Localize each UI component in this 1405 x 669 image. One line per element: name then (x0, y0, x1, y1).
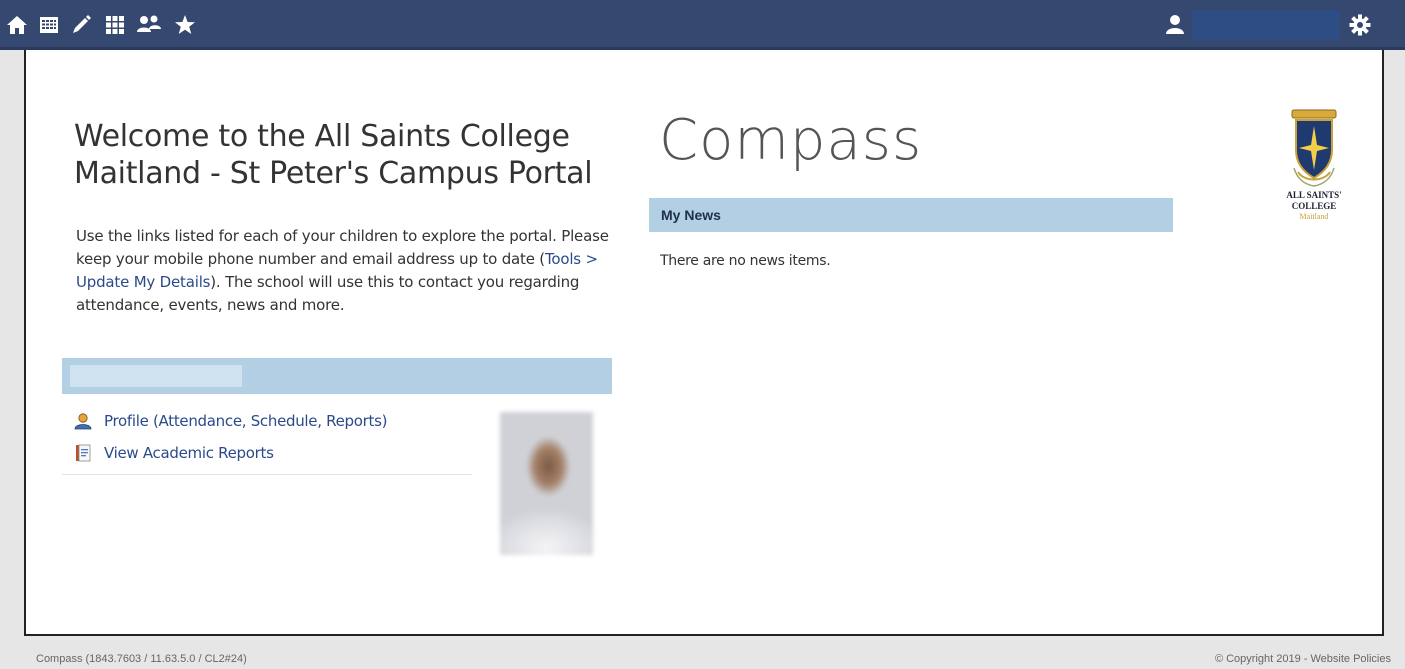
calendar-icon[interactable] (36, 12, 62, 38)
child-header-bar (62, 358, 612, 394)
footer-version: Compass (1843.7603 / 11.63.5.0 / CL2#24) (36, 653, 247, 665)
school-crest-logo: ALL SAINTS' COLLEGE Maitland (1279, 106, 1349, 236)
top-navigation-bar (0, 0, 1405, 50)
people-icon[interactable] (136, 12, 162, 38)
profile-link[interactable]: Profile (Attendance, Schedule, Reports) (74, 410, 387, 432)
user-icon[interactable] (1162, 12, 1188, 38)
crest-shield-icon (1291, 109, 1337, 187)
news-empty-message: There are no news items. (660, 253, 831, 269)
profile-link-label: Profile (Attendance, Schedule, Reports) (104, 412, 388, 430)
school-name-line3: Maitland (1299, 212, 1329, 221)
footer-copyright-link[interactable]: © Copyright 2019 - Website Policies (1215, 653, 1391, 665)
user-name-field[interactable] (1192, 10, 1340, 40)
intro-text: Use the links listed for each of your ch… (76, 225, 616, 317)
student-photo (500, 412, 593, 555)
divider (62, 474, 472, 475)
compass-brand-title: Compass (659, 108, 923, 173)
welcome-title: Welcome to the All Saints College Maitla… (74, 119, 593, 191)
view-academic-reports-label: View Academic Reports (104, 444, 274, 462)
main-content-card: Welcome to the All Saints College Maitla… (24, 50, 1384, 636)
grid-icon[interactable] (102, 12, 128, 38)
intro-text-part: Use the links listed for each of your ch… (76, 227, 609, 268)
school-name-line1: ALL SAINTS' (1286, 190, 1342, 200)
view-academic-reports-link[interactable]: View Academic Reports (74, 442, 274, 464)
report-book-icon (74, 444, 92, 462)
school-name-line2: COLLEGE (1291, 201, 1337, 211)
gear-icon[interactable] (1347, 12, 1373, 38)
home-icon[interactable] (4, 12, 30, 38)
star-icon[interactable] (172, 12, 198, 38)
profile-icon (74, 412, 92, 430)
child-name-field (70, 365, 242, 387)
my-news-header: My News (649, 198, 1173, 232)
pencil-icon[interactable] (68, 12, 94, 38)
